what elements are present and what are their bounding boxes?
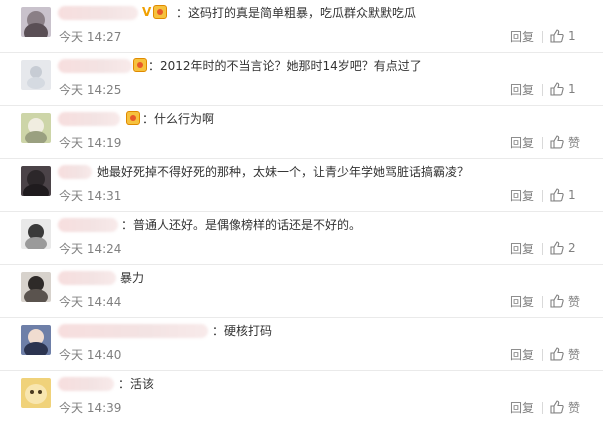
- like-count: 赞: [568, 400, 581, 415]
- like-button[interactable]: 赞: [550, 345, 580, 363]
- comment-text: ：什么行为啊: [142, 112, 215, 126]
- medal-icon: [126, 111, 140, 125]
- comment-time: 今天 14:19: [59, 136, 122, 150]
- like-count: 赞: [568, 294, 581, 309]
- username-blurred[interactable]: [58, 112, 120, 126]
- reply-button[interactable]: 回复: [510, 188, 534, 204]
- divider: [542, 296, 543, 308]
- comment-time: 今天 14:24: [59, 242, 122, 256]
- like-count: 1: [568, 188, 576, 202]
- thumbs-up-icon: [550, 294, 564, 308]
- comment-text: 暴力: [120, 271, 145, 285]
- divider: [542, 243, 543, 255]
- reply-button[interactable]: 回复: [510, 347, 534, 363]
- medal-icon: [153, 5, 168, 19]
- like-button[interactable]: 赞: [550, 133, 580, 151]
- comment-item: ：硬核打码 今天 14:40 回复 赞: [0, 318, 603, 371]
- like-button[interactable]: 1: [550, 27, 576, 45]
- username-blurred[interactable]: [58, 377, 114, 391]
- comment-text: ：活该: [118, 377, 155, 391]
- divider: [542, 31, 543, 43]
- comment-text: 她最好死掉不得好死的那种，太妹一个，让青少年学她骂脏话搞霸凌？: [97, 165, 470, 179]
- comment-list: V ：这码打的真是简单粗暴，吃瓜群众默默吃瓜 今天 14:27 回复 1 ：20…: [0, 0, 603, 425]
- vip-icon: V: [142, 5, 152, 19]
- divider: [542, 137, 543, 149]
- comment-item: ：普通人还好。是偶像榜样的话还是不好的。 今天 14:24 回复 2: [0, 212, 603, 265]
- reply-button[interactable]: 回复: [510, 82, 534, 98]
- avatar[interactable]: [21, 7, 51, 37]
- username-blurred[interactable]: [58, 324, 208, 338]
- reply-button[interactable]: 回复: [510, 29, 534, 45]
- user-badges: [133, 57, 147, 73]
- avatar[interactable]: [21, 272, 51, 302]
- avatar[interactable]: [21, 325, 51, 355]
- like-count: 1: [568, 82, 576, 96]
- like-count: 2: [568, 241, 576, 255]
- thumbs-up-icon: [550, 188, 564, 202]
- comment-item: V ：这码打的真是简单粗暴，吃瓜群众默默吃瓜 今天 14:27 回复 1: [0, 0, 603, 53]
- reply-button[interactable]: 回复: [510, 294, 534, 310]
- comment-time: 今天 14:44: [59, 295, 122, 309]
- user-badges: [126, 110, 140, 126]
- divider: [542, 190, 543, 202]
- avatar[interactable]: [21, 60, 51, 90]
- comment-item: 暴力 今天 14:44 回复 赞: [0, 265, 603, 318]
- avatar[interactable]: [21, 166, 51, 196]
- thumbs-up-icon: [550, 82, 564, 96]
- comment-time: 今天 14:27: [59, 30, 122, 44]
- like-button[interactable]: 1: [550, 80, 576, 98]
- comment-text: ：硬核打码: [212, 324, 273, 338]
- divider: [542, 349, 543, 361]
- avatar[interactable]: [21, 219, 51, 249]
- user-badges: V: [142, 4, 168, 20]
- comment-time: 今天 14:40: [59, 348, 122, 362]
- comment-text: ：这码打的真是简单粗暴，吃瓜群众默默吃瓜: [176, 6, 417, 20]
- username-blurred[interactable]: [58, 271, 116, 285]
- avatar[interactable]: [21, 113, 51, 143]
- comment-text: ：2012年时的不当言论？她那时14岁吧？有点过了: [148, 59, 422, 73]
- medal-icon: [133, 58, 147, 72]
- like-button[interactable]: 赞: [550, 398, 580, 416]
- username-blurred[interactable]: [58, 6, 138, 20]
- comment-text: ：普通人还好。是偶像榜样的话还是不好的。: [121, 218, 362, 232]
- comment-time: 今天 14:31: [59, 189, 122, 203]
- reply-button[interactable]: 回复: [510, 135, 534, 151]
- like-count: 赞: [568, 347, 581, 362]
- thumbs-up-icon: [550, 241, 564, 255]
- divider: [542, 402, 543, 414]
- thumbs-up-icon: [550, 135, 564, 149]
- username-blurred[interactable]: [58, 218, 118, 232]
- comment-item: ：活该 今天 14:39 回复 赞: [0, 371, 603, 424]
- divider: [542, 84, 543, 96]
- comment-item: ：2012年时的不当言论？她那时14岁吧？有点过了 今天 14:25 回复 1: [0, 53, 603, 106]
- reply-button[interactable]: 回复: [510, 241, 534, 257]
- comment-item: 她最好死掉不得好死的那种，太妹一个，让青少年学她骂脏话搞霸凌？ 今天 14:31…: [0, 159, 603, 212]
- like-count: 1: [568, 29, 576, 43]
- like-button[interactable]: 赞: [550, 292, 580, 310]
- username-blurred[interactable]: [58, 165, 92, 179]
- thumbs-up-icon: [550, 29, 564, 43]
- comment-time: 今天 14:25: [59, 83, 122, 97]
- avatar[interactable]: [21, 378, 51, 408]
- like-count: 赞: [568, 135, 581, 150]
- like-button[interactable]: 1: [550, 186, 576, 204]
- reply-button[interactable]: 回复: [510, 400, 534, 416]
- comment-time: 今天 14:39: [59, 401, 122, 415]
- username-blurred[interactable]: [58, 59, 132, 73]
- thumbs-up-icon: [550, 347, 564, 361]
- comment-item: ：什么行为啊 今天 14:19 回复 赞: [0, 106, 603, 159]
- like-button[interactable]: 2: [550, 239, 576, 257]
- thumbs-up-icon: [550, 400, 564, 414]
